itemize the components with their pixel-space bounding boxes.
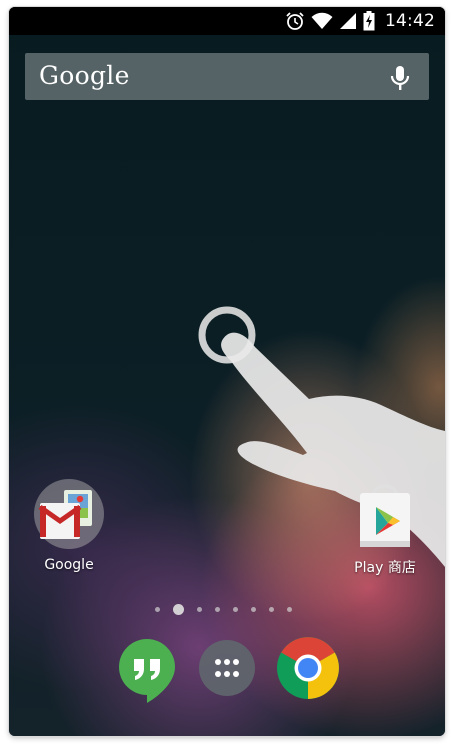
google-app-folder[interactable]: Google: [19, 477, 119, 573]
app-label-google: Google: [44, 557, 94, 573]
page-dot: [215, 606, 220, 612]
app-label-play-store: Play 商店: [354, 560, 416, 576]
page-dot: [197, 606, 202, 612]
hangouts-icon: [119, 639, 175, 703]
page-indicator: [155, 601, 292, 617]
play-store-icon: [360, 484, 410, 547]
app-drawer-button[interactable]: [198, 639, 256, 702]
chrome-app[interactable]: [275, 635, 341, 706]
chrome-icon: [277, 637, 339, 699]
page-dot: [155, 606, 160, 612]
play-store-app[interactable]: Play 商店: [335, 477, 435, 577]
hand-tap-icon: [198, 306, 445, 567]
page-dot-current: [173, 603, 184, 615]
phone-screen: 14:42 Google Google Play 商店: [9, 7, 445, 736]
hangouts-app[interactable]: [117, 637, 177, 710]
page-dot: [269, 606, 274, 612]
app-drawer-icon: [199, 640, 255, 696]
page-dot: [287, 606, 292, 612]
page-dot: [233, 606, 238, 612]
page-dot: [251, 606, 256, 612]
gmail-folder-icon: [34, 479, 104, 549]
